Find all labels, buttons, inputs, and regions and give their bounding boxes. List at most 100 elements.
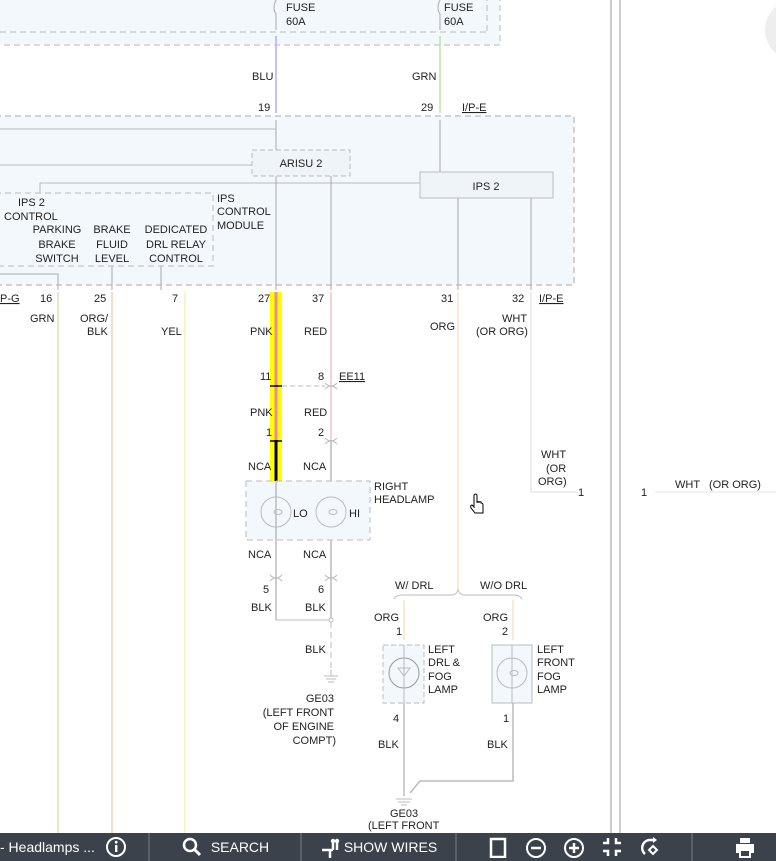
module-name-line: IPS [217, 193, 235, 205]
nca-label: NCA [248, 549, 272, 561]
print-section [693, 833, 776, 861]
ground-label: OF ENGINE [273, 721, 334, 733]
headlamp-name: HEADLAMP [374, 494, 435, 506]
w-drl-label: W/ DRL [395, 580, 434, 592]
wire-label: ORG [430, 321, 455, 333]
module-name-line: MODULE [217, 220, 264, 232]
drl-relay-label: DEDICATED [145, 224, 208, 236]
page-icon[interactable] [487, 836, 509, 858]
pin-2: 2 [318, 427, 324, 439]
drl-relay-label: DRL RELAY [146, 239, 207, 251]
connector-ipe-bottom[interactable]: I/P-E [539, 293, 563, 305]
wire-label: BLK [378, 739, 399, 751]
drl-lamp-name: LEFT [428, 644, 455, 656]
show-wires-label: SHOW WIRES [343, 839, 438, 855]
ips2-control-label: IPS 2 [18, 197, 45, 209]
connector-ipg[interactable]: P-G [0, 293, 20, 305]
wire-label-grn: GRN [412, 71, 437, 83]
wire-label: BLK [487, 739, 508, 751]
wo-drl-label: W/O DRL [480, 580, 527, 592]
fuse-right-label: FUSE [444, 2, 473, 14]
pin-11: 11 [260, 371, 271, 383]
brake-fluid-label: FLUID [96, 239, 128, 251]
wire-label: ORG/ [80, 313, 109, 325]
ground-icon [324, 670, 338, 683]
connector-ipe-top[interactable]: I/P-E [462, 102, 486, 114]
search-icon [182, 837, 201, 857]
zoom-in-icon[interactable] [563, 836, 585, 858]
ips2-control-label: CONTROL [4, 211, 58, 223]
wire-label: ORG [483, 612, 508, 624]
rotate-icon[interactable] [639, 836, 661, 858]
wire-label: YEL [161, 326, 182, 338]
wires-icon [321, 838, 340, 858]
pin-31: 31 [441, 293, 453, 305]
brake-fluid-label: LEVEL [95, 253, 129, 265]
wire-label: BLK [251, 602, 272, 614]
pin-5: 5 [263, 584, 269, 596]
wiring-diagram[interactable]: FUSE 60A FUSE 60A BLU GRN 19 29 I/P-E AR… [0, 0, 776, 833]
drl-relay-label: CONTROL [149, 253, 203, 265]
diagram-title-section: - Headlamps ... [0, 833, 150, 861]
hi-label: HI [349, 508, 360, 520]
wire-label: WHT [502, 313, 527, 325]
fuse-box [0, 0, 501, 46]
pin-6: 6 [318, 584, 324, 596]
fuse-right-rating: 60A [444, 16, 464, 28]
wire-label: GRN [30, 313, 55, 325]
fog-lamp-name: LAMP [537, 684, 567, 696]
parking-brake-label: BRAKE [38, 239, 75, 251]
drl-lamp-name: FOG [428, 671, 452, 683]
wire-label: PNK [250, 407, 273, 419]
fit-screen-icon[interactable] [601, 836, 623, 858]
pin-29: 29 [421, 102, 433, 114]
search-label: SEARCH [210, 839, 270, 855]
pin-19: 19 [258, 102, 270, 114]
ips2-label: IPS 2 [473, 181, 500, 193]
pin-25: 25 [94, 293, 106, 305]
fog-lamp-name: FRONT [537, 657, 575, 669]
fog-lamp-name: LEFT [537, 644, 564, 656]
zoom-out-icon[interactable] [525, 836, 547, 858]
ground-label: GE03 [390, 808, 418, 820]
wire-label: RED [304, 407, 327, 419]
wire-wht-32[interactable] [530, 292, 578, 493]
info-icon[interactable] [105, 836, 127, 858]
wire-label: RED [304, 326, 327, 338]
pin-label: 1 [503, 713, 509, 725]
show-wires-button[interactable]: SHOW WIRES [302, 833, 457, 861]
pin-8: 8 [318, 371, 324, 383]
lo-label: LO [293, 508, 308, 520]
connector-ee11[interactable]: EE11 [339, 371, 365, 383]
view-controls [457, 833, 693, 861]
wire-label: (OR ORG) [476, 326, 528, 338]
ground-label: COMPT) [293, 735, 336, 747]
diagram-title: - Headlamps ... [0, 839, 95, 855]
search-button[interactable]: SEARCH [150, 833, 302, 861]
module-name-line: CONTROL [217, 206, 271, 218]
ground-label: (LEFT FRONT [263, 707, 335, 719]
ground-label: (LEFT FRONT [368, 820, 440, 832]
print-icon[interactable] [734, 836, 756, 858]
pin-label: 4 [393, 713, 399, 725]
wire-label: WHT (OR ORG) [675, 479, 761, 491]
scroll-indicator[interactable] [765, 0, 776, 60]
bottom-toolbar: - Headlamps ... SEARCH SHOW WIRES [0, 833, 776, 861]
parking-brake-label: PARKING [33, 224, 82, 236]
ground-icon [396, 798, 412, 806]
pin-label: 2 [502, 626, 508, 638]
fog-lamp-name: FOG [537, 671, 561, 683]
pin-1: 1 [266, 427, 272, 439]
pin-16: 16 [40, 293, 52, 305]
wire-label: BLK [305, 644, 326, 656]
hand-cursor-icon [470, 493, 484, 514]
arisu-label: ARISU 2 [280, 158, 323, 170]
pin-label: 1 [396, 626, 402, 638]
wire-label: ORG [374, 612, 399, 624]
pin-37: 37 [312, 293, 324, 305]
nca-label: NCA [303, 549, 327, 561]
wire-label: (OR [546, 463, 566, 475]
wire-label: PNK [250, 326, 273, 338]
wire-label: WHT [541, 449, 566, 461]
drl-lamp-name: LAMP [428, 684, 458, 696]
